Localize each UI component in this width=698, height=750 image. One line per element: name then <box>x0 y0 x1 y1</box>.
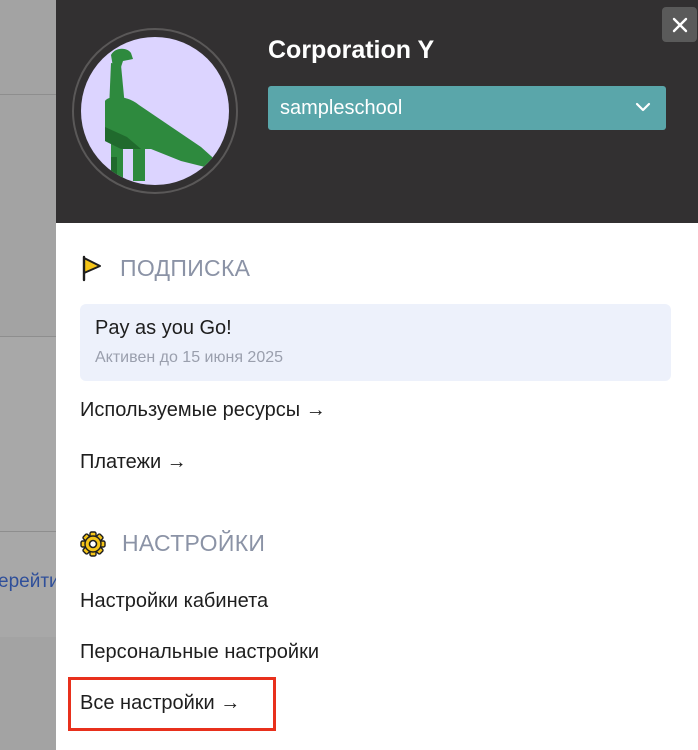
settings-heading-label: НАСТРОЙКИ <box>122 530 266 556</box>
settings-heading: НАСТРОЙКИ <box>80 530 265 557</box>
background-page: ерейти <box>0 0 56 750</box>
flag-icon <box>82 255 101 282</box>
all-settings-highlight-frame <box>68 677 276 731</box>
plan-name: Pay as you Go! <box>95 317 232 339</box>
plan-status: Активен до 15 июня 2025 <box>95 349 284 366</box>
background-divider <box>0 336 56 337</box>
organization-name: Corporation Y <box>268 36 435 64</box>
background-card <box>0 337 56 532</box>
dinosaur-icon <box>105 48 221 181</box>
school-select-value: sampleschool <box>280 96 403 119</box>
panel-header: Corporation Y sampleschool <box>56 0 698 223</box>
subscription-heading-label: ПОДПИСКА <box>120 254 251 281</box>
used-resources-link[interactable]: Используемые ресурсы → <box>80 399 326 422</box>
close-icon <box>672 17 687 32</box>
gear-icon <box>80 530 106 557</box>
chevron-down-icon <box>635 102 651 112</box>
plan-card: Pay as you Go! Активен до 15 июня 2025 <box>80 304 671 381</box>
background-divider <box>0 94 56 95</box>
personal-settings-link[interactable]: Персональные настройки <box>80 641 319 664</box>
payments-link[interactable]: Платежи → <box>80 451 187 474</box>
cabinet-settings-link[interactable]: Настройки кабинета <box>80 590 268 613</box>
subscription-heading: ПОДПИСКА <box>80 254 250 282</box>
account-panel: Corporation Y sampleschool ПОДПИСКА Pay … <box>56 0 698 750</box>
background-link[interactable]: ерейти <box>0 571 56 593</box>
school-select[interactable]: sampleschool <box>268 86 666 130</box>
close-button[interactable] <box>662 7 697 42</box>
organization-avatar <box>72 28 238 194</box>
